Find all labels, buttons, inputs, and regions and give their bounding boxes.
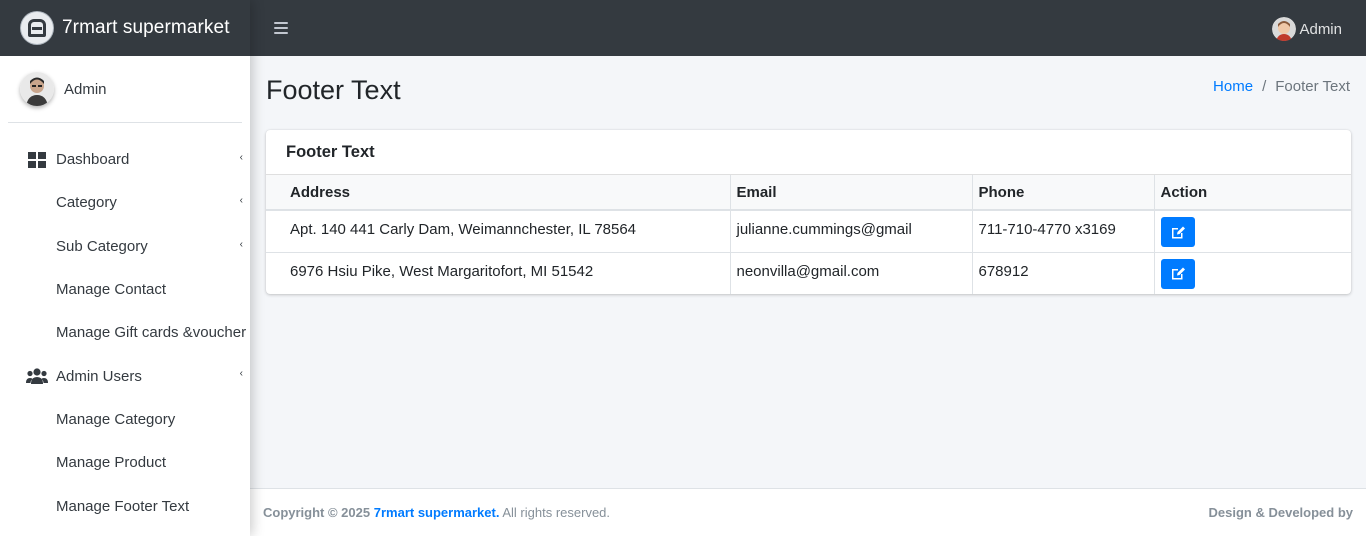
sidebar-item-label: Sub Category	[56, 237, 148, 255]
top-navbar: Admin	[250, 0, 1366, 56]
breadcrumb-current: Footer Text	[1275, 78, 1350, 95]
chevron-left-icon: ‹	[239, 238, 243, 250]
sidebar-nav: Dashboard ‹ Category ‹ Sub Category ‹ Ma…	[0, 123, 250, 528]
cell-action	[1154, 210, 1351, 253]
page-footer: Copyright © 2025 7rmart supermarket. All…	[250, 488, 1366, 536]
card-header: Footer Text	[266, 130, 1351, 175]
table-header-row: Address Email Phone Action	[266, 175, 1351, 211]
sidebar-item-manage-category[interactable]: Manage Category	[0, 398, 250, 441]
top-user-name: Admin	[1299, 20, 1342, 38]
column-header-action: Action	[1154, 175, 1351, 211]
sidebar-item-label: Manage Product	[56, 454, 167, 472]
cell-email: julianne.cummings@gmail	[730, 210, 973, 253]
table-row: 6976 Hsiu Pike, West Margaritofort, MI 5…	[266, 252, 1351, 294]
edit-button[interactable]	[1160, 217, 1195, 247]
breadcrumb-home-link[interactable]: Home	[1213, 78, 1253, 95]
user-menu[interactable]: Admin	[1272, 17, 1342, 41]
sidebar-item-manage-contact[interactable]: Manage Contact	[0, 268, 250, 311]
copyright-text: Copyright © 2025 7rmart supermarket. All…	[263, 505, 610, 520]
edit-icon	[1171, 226, 1185, 238]
page-title: Footer Text	[266, 75, 401, 105]
sidebar-item-admin-users[interactable]: Admin Users ‹	[0, 354, 250, 397]
table-row: Apt. 140 441 Carly Dam, Weimannchester, …	[266, 210, 1351, 253]
menu-toggle-icon[interactable]	[274, 22, 288, 34]
sidebar-item-label: Manage Category	[56, 410, 176, 428]
cell-address: Apt. 140 441 Carly Dam, Weimannchester, …	[266, 210, 731, 253]
cell-phone: 678912	[972, 252, 1155, 294]
cell-email: neonvilla@gmail.com	[730, 252, 973, 294]
sidebar-item-label: Dashboard	[56, 151, 130, 169]
chevron-left-icon: ‹	[239, 152, 243, 163]
column-header-address: Address	[266, 175, 731, 211]
sidebar-item-manage-product[interactable]: Manage Product	[0, 441, 250, 484]
sidebar-item-category[interactable]: Category ‹	[0, 181, 250, 224]
sidebar: 7rmart supermarket Admin Dashboard ‹ Cat…	[0, 0, 250, 536]
sidebar-item-gift-cards[interactable]: Manage Gift cards &voucher	[0, 311, 250, 354]
column-header-phone: Phone	[972, 175, 1155, 211]
brand-logo-icon	[21, 12, 53, 44]
chevron-left-icon: ‹	[239, 368, 243, 380]
footer-text-card: Footer Text Address Email Phone Action A…	[266, 130, 1351, 294]
user-avatar	[20, 72, 54, 106]
sidebar-item-label: Manage Gift cards &voucher	[56, 324, 247, 342]
cell-action	[1154, 252, 1351, 294]
rights-text: All rights reserved.	[502, 505, 611, 520]
users-icon	[26, 368, 48, 385]
sidebar-item-label: Admin Users	[56, 367, 142, 385]
brand-link[interactable]: 7rmart supermarket	[0, 0, 250, 56]
breadcrumb: Home / Footer Text	[1213, 78, 1350, 95]
card-title: Footer Text	[286, 142, 375, 161]
credit-text: Design & Developed by	[1208, 505, 1353, 520]
cell-address: 6976 Hsiu Pike, West Margaritofort, MI 5…	[266, 252, 731, 294]
main-content: Footer Text Home / Footer Text Footer Te…	[250, 56, 1366, 488]
sidebar-item-dashboard[interactable]: Dashboard ‹	[0, 138, 250, 181]
chevron-left-icon: ‹	[239, 195, 243, 207]
sidebar-item-label: Category	[56, 194, 117, 212]
sidebar-item-label: Manage Footer Text	[56, 497, 190, 515]
sidebar-item-manage-footer-text[interactable]: Manage Footer Text	[0, 484, 250, 527]
breadcrumb-separator: /	[1262, 78, 1267, 95]
sidebar-item-sub-category[interactable]: Sub Category ‹	[0, 225, 250, 268]
edit-icon	[1171, 267, 1185, 280]
user-name: Admin	[64, 80, 107, 98]
edit-button[interactable]	[1160, 258, 1195, 289]
dashboard-icon	[26, 151, 48, 168]
footer-brand-link[interactable]: 7rmart supermarket.	[374, 505, 500, 520]
copyright-label: Copyright © 2025	[263, 505, 371, 520]
footer-text-table: Address Email Phone Action Apt. 140 441 …	[266, 175, 1351, 294]
column-header-email: Email	[730, 175, 973, 211]
brand-name: 7rmart supermarket	[62, 17, 230, 38]
cell-phone: 711-710-4770 x3169	[972, 210, 1155, 253]
user-panel[interactable]: Admin	[8, 56, 242, 123]
sidebar-item-label: Manage Contact	[56, 281, 167, 299]
admin-avatar-icon	[1272, 17, 1297, 41]
